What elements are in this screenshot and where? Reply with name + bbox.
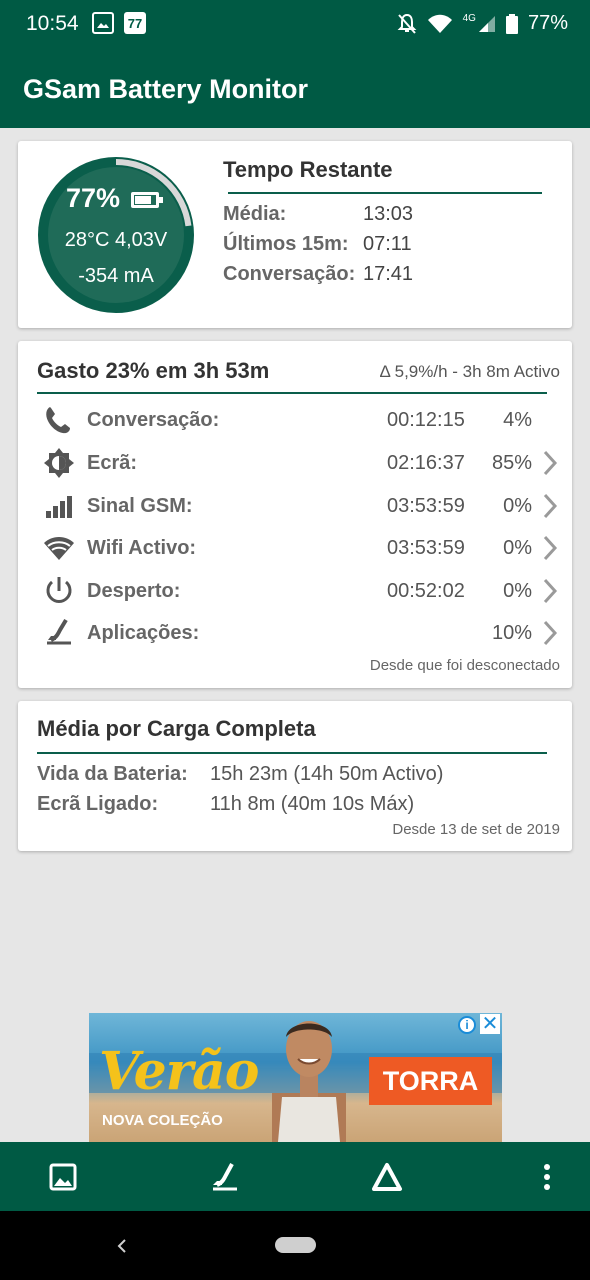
status-battery-percent: 77% <box>527 12 568 34</box>
app-chart-icon <box>47 618 71 645</box>
usage-row-aplicacoes[interactable]: Aplicações: 10% <box>18 612 572 654</box>
ad-person-image <box>272 1021 346 1142</box>
wifi-icon <box>44 537 74 560</box>
summary-card[interactable]: 77% 28°C 4,03V -354 mA Tempo Restante Mé… <box>18 141 572 328</box>
info-icon[interactable]: i <box>458 1016 476 1034</box>
network-type-label: 4G <box>462 13 476 24</box>
usage-row-wifi[interactable]: Wifi Activo: 03:53:59 0% <box>18 527 572 569</box>
chevron-right-icon[interactable] <box>542 535 558 561</box>
image-notification-icon <box>92 12 114 34</box>
full-charge-title: Média por Carga Completa <box>37 716 316 741</box>
cell-signal-icon <box>478 15 495 32</box>
phone-icon <box>46 407 70 434</box>
status-bar: 10:54 77 4G 77% <box>0 0 590 52</box>
wifi-status-icon <box>427 14 452 33</box>
full-charge-footer: Desde 13 de set de 2019 <box>392 821 560 838</box>
app-bar: GSam Battery Monitor <box>0 52 590 128</box>
gauge-temp-voltage: 28°C 4,03V <box>64 229 168 251</box>
divider <box>228 192 542 194</box>
ad-headline: Verão <box>99 1041 259 1102</box>
usage-row-conversacao[interactable]: Conversação: 00:12:15 4% <box>18 399 572 441</box>
image-icon[interactable] <box>45 1159 81 1195</box>
usage-row-sinal-gsm[interactable]: Sinal GSM: 03:53:59 0% <box>18 485 572 527</box>
app-chart-icon[interactable] <box>207 1159 243 1195</box>
chevron-right-icon[interactable] <box>542 620 558 646</box>
battery-icon <box>131 192 163 208</box>
ad-subline: NOVA COLEÇÃO <box>102 1112 223 1129</box>
signal-bars-icon <box>46 496 72 518</box>
mute-bell-icon <box>397 13 417 34</box>
77-app-notification-icon: 77 <box>124 12 146 34</box>
gauge-percent: 77% <box>66 183 121 213</box>
home-pill[interactable] <box>275 1237 316 1253</box>
back-icon[interactable] <box>112 1235 132 1257</box>
usage-row-desperto[interactable]: Desperto: 00:52:02 0% <box>18 570 572 612</box>
divider <box>37 752 547 754</box>
screen-brightness-icon <box>44 448 74 478</box>
chevron-right-icon[interactable] <box>542 493 558 519</box>
gauge-current: -354 mA <box>78 265 154 287</box>
status-time: 10:54 <box>26 12 79 35</box>
ad-banner[interactable]: Verão NOVA COLEÇÃO TORRA i ✕ <box>89 1013 502 1142</box>
usage-rate: Δ 5,9%/h - 3h 8m Activo <box>379 362 560 381</box>
tempo-restante-title: Tempo Restante <box>223 157 393 182</box>
bottom-toolbar <box>0 1142 590 1211</box>
full-charge-card: Média por Carga Completa Vida da Bateria… <box>18 701 572 851</box>
gauge-readout: 77% 28°C 4,03V -354 mA <box>36 155 196 315</box>
close-icon[interactable]: ✕ <box>480 1014 500 1034</box>
usage-footer: Desde que foi desconectado <box>369 657 560 674</box>
usage-card: Gasto 23% em 3h 53m Δ 5,9%/h - 3h 8m Act… <box>18 341 572 688</box>
ad-brand: TORRA <box>382 1066 479 1096</box>
app-title: GSam Battery Monitor <box>23 74 309 104</box>
battery-status-icon <box>505 13 518 34</box>
usage-row-ecra[interactable]: Ecrã: 02:16:37 85% <box>18 442 572 484</box>
chevron-right-icon[interactable] <box>542 578 558 604</box>
system-nav-bar <box>0 1211 590 1280</box>
more-vert-icon[interactable] <box>529 1159 565 1195</box>
usage-title: Gasto 23% em 3h 53m <box>37 358 270 383</box>
power-icon <box>46 577 72 603</box>
chevron-right-icon[interactable] <box>542 450 558 476</box>
divider <box>37 392 547 394</box>
delta-icon[interactable] <box>369 1159 405 1195</box>
